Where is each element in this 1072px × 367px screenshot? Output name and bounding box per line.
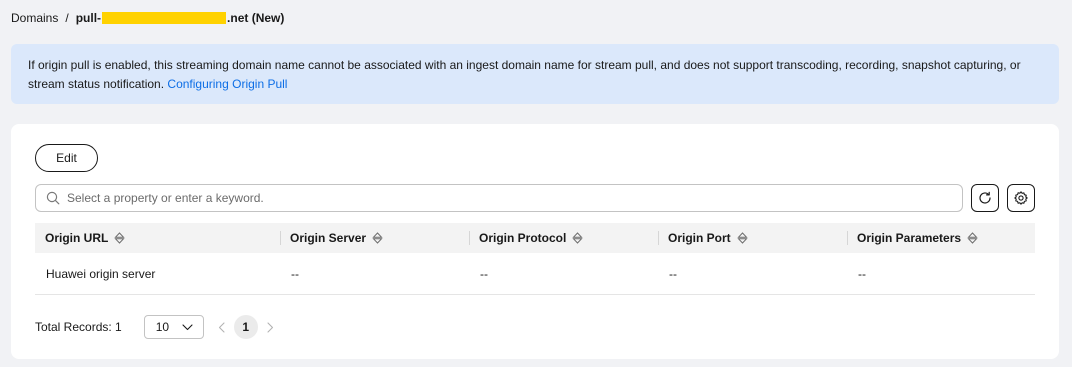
origin-panel: Edit Origin URL Origin Server xyxy=(11,124,1059,359)
column-header-origin-url[interactable]: Origin URL xyxy=(35,223,280,253)
column-header-origin-protocol[interactable]: Origin Protocol xyxy=(469,223,658,253)
total-records: Total Records: 1 xyxy=(35,320,122,334)
search-input[interactable] xyxy=(67,191,947,205)
breadcrumb-separator: / xyxy=(65,11,69,25)
cell-origin-port: -- xyxy=(669,266,677,281)
sort-icon[interactable] xyxy=(114,232,125,244)
breadcrumb-current: pull- .net (New) xyxy=(76,11,285,25)
sort-icon[interactable] xyxy=(572,232,584,244)
column-label: Origin Port xyxy=(668,231,731,245)
chevron-right-icon xyxy=(267,321,273,333)
sort-icon[interactable] xyxy=(372,232,383,244)
chevron-down-icon xyxy=(182,323,193,330)
refresh-icon xyxy=(979,191,991,204)
next-page-button[interactable] xyxy=(267,321,274,333)
column-label: Origin Parameters xyxy=(857,231,962,245)
pagination: Total Records: 1 10 1 xyxy=(35,315,274,339)
origin-pull-info-alert: If origin pull is enabled, this streamin… xyxy=(11,44,1059,104)
sort-icon[interactable] xyxy=(737,232,748,244)
page-size-value: 10 xyxy=(155,320,170,334)
chevron-left-icon xyxy=(218,321,225,333)
cell-origin-url: Huawei origin server xyxy=(46,266,156,281)
breadcrumb-current-prefix: pull- xyxy=(75,11,102,25)
search-icon xyxy=(46,191,60,205)
cell-origin-server: -- xyxy=(291,266,299,281)
refresh-button[interactable] xyxy=(971,184,999,212)
column-label: Origin Server xyxy=(290,231,367,245)
column-header-origin-port[interactable]: Origin Port xyxy=(658,223,847,253)
column-label: Origin Protocol xyxy=(479,231,567,245)
gear-icon xyxy=(1014,191,1028,205)
column-label: Origin URL xyxy=(45,231,109,245)
cell-origin-protocol: -- xyxy=(480,266,488,281)
edit-button[interactable]: Edit xyxy=(35,144,98,172)
column-header-origin-parameters[interactable]: Origin Parameters xyxy=(847,223,1035,253)
sort-icon[interactable] xyxy=(967,232,978,244)
page-number-button[interactable]: 1 xyxy=(233,315,258,339)
settings-button[interactable] xyxy=(1007,184,1035,212)
cell-origin-parameters: -- xyxy=(858,266,866,281)
breadcrumb: Domains / pull- .net (New) xyxy=(11,11,284,25)
search-box[interactable] xyxy=(35,184,963,212)
origin-table: Origin URL Origin Server Origin Protocol… xyxy=(35,223,1035,295)
table-row: Huawei origin server -- -- -- -- xyxy=(35,253,1035,295)
breadcrumb-current-suffix: .net (New) xyxy=(227,11,285,25)
breadcrumb-domains-link[interactable]: Domains xyxy=(11,11,58,25)
table-header: Origin URL Origin Server Origin Protocol… xyxy=(35,223,1035,253)
redaction-bar xyxy=(102,12,227,24)
configuring-origin-pull-link[interactable]: Configuring Origin Pull xyxy=(167,77,287,91)
page-size-select[interactable]: 10 xyxy=(143,315,204,339)
previous-page-button[interactable] xyxy=(218,321,225,333)
column-header-origin-server[interactable]: Origin Server xyxy=(280,223,469,253)
